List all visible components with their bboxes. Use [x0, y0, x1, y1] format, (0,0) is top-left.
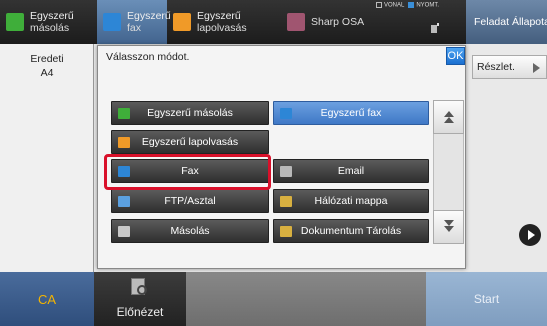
tab-easy-fax-line1: Egyszerű: [127, 10, 171, 22]
tab-easy-copy-line2: másolás: [30, 22, 70, 34]
tab-easy-copy-line1: Egyszerű: [30, 10, 74, 22]
tab-easy-fax[interactable]: Egyszerű fax: [97, 0, 171, 44]
original-panel[interactable]: Eredeti A4: [0, 44, 94, 272]
tab-easy-copy[interactable]: Egyszerű másolás: [0, 0, 97, 44]
arrow-right-icon: [533, 63, 540, 73]
option-easy-fax[interactable]: Egyszerű fax: [273, 101, 429, 125]
option-label: Egyszerű fax: [320, 107, 382, 119]
scan-icon: [118, 137, 130, 148]
clear-all-button[interactable]: CA: [0, 272, 94, 326]
folder-icon: [280, 196, 292, 207]
ok-button[interactable]: OK: [446, 47, 465, 65]
scroll-bottom-button[interactable]: [433, 210, 464, 244]
scrollbar-track[interactable]: [433, 134, 464, 210]
option-label: Hálózati mappa: [314, 195, 388, 207]
double-up-icon: [444, 117, 454, 123]
tab-easy-scan-line1: Egyszerű: [197, 10, 241, 22]
option-label: Egyszerű másolás: [147, 107, 233, 119]
copy-icon: [118, 108, 130, 119]
dialog-title: Válasszon módot.: [106, 51, 190, 63]
copier-icon: [118, 226, 130, 237]
original-setting: Eredeti A4: [16, 52, 78, 80]
tab-sharp-osa-label: Sharp OSA: [311, 16, 365, 28]
tab-easy-scan[interactable]: Egyszerű lapolvasás: [167, 0, 281, 44]
detail-button[interactable]: Részlet.: [472, 55, 547, 79]
option-label: Email: [337, 165, 365, 177]
network-icon: [431, 23, 439, 33]
line-status: VONAL: [376, 2, 404, 9]
highlight-frame: [104, 154, 271, 190]
desktop-icon: [118, 196, 130, 207]
option-network-folder[interactable]: Hálózati mappa: [273, 189, 429, 213]
tab-easy-fax-line2: fax: [127, 22, 142, 34]
start-button[interactable]: Start: [426, 272, 547, 326]
status-indicators: VONAL NYOMT.: [376, 2, 439, 9]
osa-icon: [287, 13, 305, 31]
option-document-filing[interactable]: Dokumentum Tárolás: [273, 219, 429, 243]
print-status: NYOMT.: [408, 2, 439, 9]
scan-icon: [173, 13, 191, 31]
fax-icon: [103, 13, 121, 31]
detail-label: Részlet.: [477, 61, 515, 73]
preview-icon: [131, 278, 147, 295]
tab-easy-scan-line2: lapolvasás: [197, 22, 247, 34]
original-size: A4: [40, 67, 54, 79]
fax-icon: [280, 108, 292, 119]
preview-button[interactable]: Előnézet: [94, 272, 186, 326]
preview-label: Előnézet: [116, 305, 164, 319]
option-label: FTP/Asztal: [164, 195, 216, 207]
option-label: Másolás: [170, 225, 210, 237]
next-page-icon[interactable]: [519, 224, 541, 246]
job-status-button[interactable]: Feladat Állapota: [466, 0, 547, 44]
double-down-icon: [444, 226, 454, 232]
folder-icon: [280, 226, 292, 237]
option-label: Dokumentum Tárolás: [300, 225, 402, 237]
copy-icon: [6, 13, 24, 31]
option-ftp-desktop[interactable]: FTP/Asztal: [111, 189, 269, 213]
tab-sharp-osa[interactable]: Sharp OSA: [281, 0, 376, 44]
option-label: Egyszerű lapolvasás: [141, 136, 239, 148]
email-icon: [280, 166, 292, 177]
option-copy[interactable]: Másolás: [111, 219, 269, 243]
option-email[interactable]: Email: [273, 159, 429, 183]
option-easy-scan[interactable]: Egyszerű lapolvasás: [111, 130, 269, 154]
original-label: Eredeti: [30, 53, 64, 65]
option-easy-copy[interactable]: Egyszerű másolás: [111, 101, 269, 125]
scroll-top-button[interactable]: [433, 100, 464, 134]
top-bar: Egyszerű másolás Egyszerű fax Egyszerű lapo…: [0, 0, 547, 44]
